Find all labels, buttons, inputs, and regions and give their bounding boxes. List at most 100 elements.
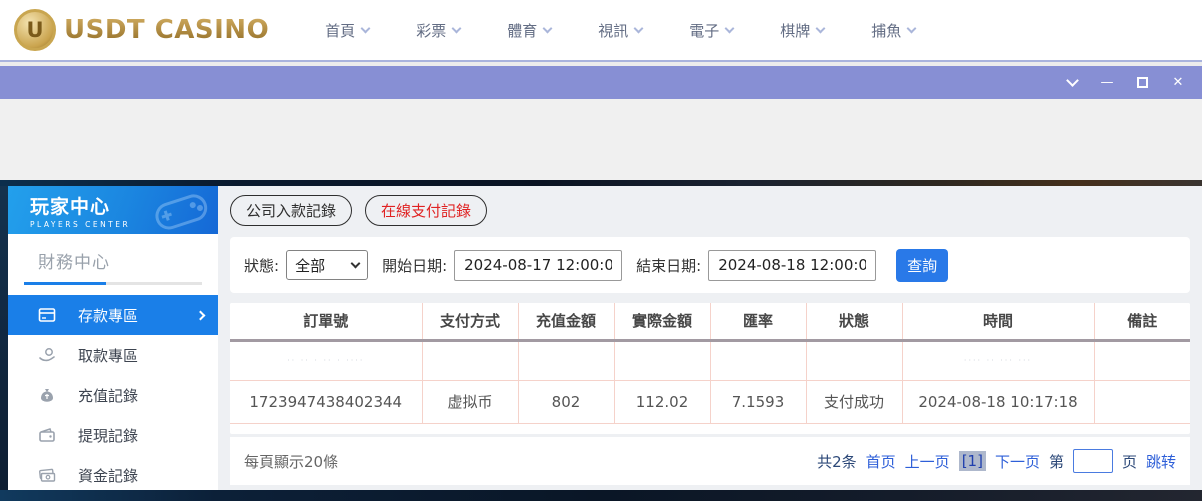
- logo-letter: U: [26, 18, 44, 42]
- window-minimize-icon[interactable]: —: [1099, 76, 1115, 89]
- chevron-down-icon: [724, 23, 735, 33]
- divider: [24, 282, 202, 285]
- records-table-card: 訂單號 支付方式 充值金額 實際金額 匯率 狀態 時間 備註 ·· ·· · ·…: [230, 303, 1190, 434]
- records-table: 訂單號 支付方式 充值金額 實際金額 匯率 狀態 時間 備註 ·· ·· · ·…: [230, 303, 1190, 424]
- pagination-controls: 共2条 首页 上一页 [1] 下一页 第 页 跳转: [817, 449, 1176, 473]
- sidebar-item-fund-records[interactable]: 資金記錄: [8, 455, 218, 495]
- window-maximize-icon[interactable]: [1137, 77, 1148, 88]
- col-rate: 匯率: [709, 303, 806, 341]
- nav-label: 棋牌: [780, 21, 811, 40]
- sidebar-item-label: 存款專區: [78, 306, 139, 325]
- tab-company-deposit-records[interactable]: 公司入款記錄: [230, 195, 353, 226]
- end-date-input[interactable]: [708, 249, 877, 281]
- cell-pay-method: 虚拟币: [421, 379, 518, 424]
- cell-remark: [1093, 338, 1190, 380]
- nav-item-chess[interactable]: 棋牌: [780, 20, 826, 41]
- col-status: 狀態: [805, 303, 902, 341]
- start-date-input[interactable]: [454, 249, 623, 281]
- cell-pay-method: [421, 338, 518, 380]
- chevron-down-icon: [906, 23, 917, 33]
- window-collapse-icon[interactable]: [1066, 73, 1079, 87]
- chevron-down-icon: [451, 23, 462, 33]
- cell-deposit-amount: [517, 338, 614, 380]
- nav-item-lottery[interactable]: 彩票: [416, 20, 462, 41]
- sidebar-section-title: 財務中心: [38, 253, 110, 273]
- page-jump-input[interactable]: [1072, 449, 1113, 473]
- nav-item-sports[interactable]: 體育: [507, 20, 553, 41]
- col-actual-amount: 實際金額: [613, 303, 710, 341]
- end-date-label: 結束日期:: [636, 256, 702, 275]
- tab-online-payment-records[interactable]: 在線支付記錄: [365, 195, 488, 226]
- cell-status: [805, 338, 902, 380]
- sidebar-item-deposit-zone[interactable]: 存款專區: [8, 295, 218, 335]
- col-remark: 備註: [1093, 303, 1190, 341]
- status-select-value: 全部: [295, 256, 326, 275]
- cell-order-no: ·· ·· · ·· · ····: [230, 338, 422, 380]
- cell-rate: 7.1593: [709, 379, 806, 424]
- cell-deposit-amount: 802: [517, 379, 614, 424]
- prev-page-link[interactable]: 上一页: [905, 451, 950, 472]
- jump-button[interactable]: 跳转: [1146, 451, 1176, 472]
- sidebar-item-label: 資金記錄: [78, 466, 139, 485]
- chevron-down-icon: [815, 23, 826, 33]
- deposit-card-icon: [38, 306, 56, 324]
- filter-bar: 狀態: 全部 開始日期: 結束日期: 查詢: [230, 237, 1190, 293]
- sidebar-item-label: 提現記錄: [78, 426, 139, 445]
- chevron-down-icon: [360, 23, 371, 33]
- pagination-bar: 每頁顯示20條 共2条 首页 上一页 [1] 下一页 第 页 跳转: [230, 437, 1190, 485]
- first-page-link[interactable]: 首页: [866, 451, 896, 472]
- cell-time: 2024-08-18 10:17:18: [901, 379, 1094, 424]
- nav-item-slots[interactable]: 電子: [689, 20, 735, 41]
- next-page-link[interactable]: 下一页: [995, 451, 1040, 472]
- start-date-label: 開始日期:: [382, 256, 448, 275]
- nav-label: 電子: [689, 21, 720, 40]
- nav-label: 首頁: [325, 21, 356, 40]
- query-button[interactable]: 查詢: [896, 248, 949, 282]
- nav-label: 捕魚: [871, 21, 902, 40]
- col-pay-method: 支付方式: [421, 303, 518, 341]
- empty-workspace: [0, 99, 1202, 180]
- players-center-sidebar: 玩家中心 PLAYERS CENTER 財務中心 存款專區 取款專區 充值記錄 …: [8, 186, 218, 490]
- cell-remark: [1093, 379, 1190, 424]
- cell-status: 支付成功: [805, 379, 902, 424]
- main-content: 公司入款記錄 在線支付記錄 狀態: 全部 開始日期: 結束日期: 查詢: [218, 186, 1202, 490]
- chevron-right-icon: [195, 310, 206, 320]
- table-row: 1723947438402344 虚拟币 802 112.02 7.1593 支…: [230, 379, 1190, 424]
- col-order-no: 訂單號: [230, 303, 422, 341]
- brand[interactable]: U USDT CASINO: [14, 9, 269, 51]
- status-label: 狀態:: [244, 256, 280, 275]
- sidebar-item-recharge-records[interactable]: 充值記錄: [8, 375, 218, 415]
- sidebar-item-withdraw-zone[interactable]: 取款專區: [8, 335, 218, 375]
- withdraw-hand-icon: [38, 346, 56, 364]
- window-titlebar: — ✕: [0, 66, 1202, 99]
- cell-actual-amount: [613, 338, 710, 380]
- sidebar-item-withdrawal-records[interactable]: 提現記錄: [8, 415, 218, 455]
- current-page-indicator: [1]: [958, 451, 986, 471]
- jump-prefix-label: 第: [1048, 452, 1064, 471]
- nav-label: 彩票: [416, 21, 447, 40]
- background-edge: [0, 186, 8, 490]
- jump-suffix-label: 页: [1121, 452, 1137, 471]
- cell-order-no: 1723947438402344: [230, 379, 422, 424]
- sidebar-header: 玩家中心 PLAYERS CENTER: [8, 186, 218, 234]
- site-navbar: U USDT CASINO 首頁 彩票 體育 視訊 電子 棋牌 捕魚: [0, 0, 1202, 62]
- nav-item-home[interactable]: 首頁: [325, 20, 371, 41]
- table-header-row: 訂單號 支付方式 充值金額 實際金額 匯率 狀態 時間 備註: [230, 303, 1190, 341]
- moneybag-icon: [38, 386, 56, 404]
- chevron-down-icon: [542, 23, 553, 33]
- nav-item-live[interactable]: 視訊: [598, 20, 644, 41]
- chevron-down-icon: [633, 23, 644, 33]
- sidebar-item-label: 取款專區: [78, 346, 139, 365]
- nav-item-fishing[interactable]: 捕魚: [871, 20, 917, 41]
- record-tabs: 公司入款記錄 在線支付記錄: [230, 195, 1190, 226]
- banknotes-icon: [38, 466, 56, 484]
- table-row-faded: ·· ·· · ·· · ···· ···· ·· ··· ···: [230, 338, 1190, 380]
- total-count: 共2条: [817, 452, 857, 471]
- window-close-icon[interactable]: ✕: [1170, 76, 1186, 89]
- cell-time: ···· ·· ··· ···: [901, 338, 1094, 380]
- nav-label: 視訊: [598, 21, 629, 40]
- status-select[interactable]: 全部: [286, 250, 369, 280]
- chevron-down-icon: [350, 258, 361, 268]
- usdt-logo-icon: U: [14, 9, 56, 51]
- brand-title: USDT CASINO: [64, 15, 270, 45]
